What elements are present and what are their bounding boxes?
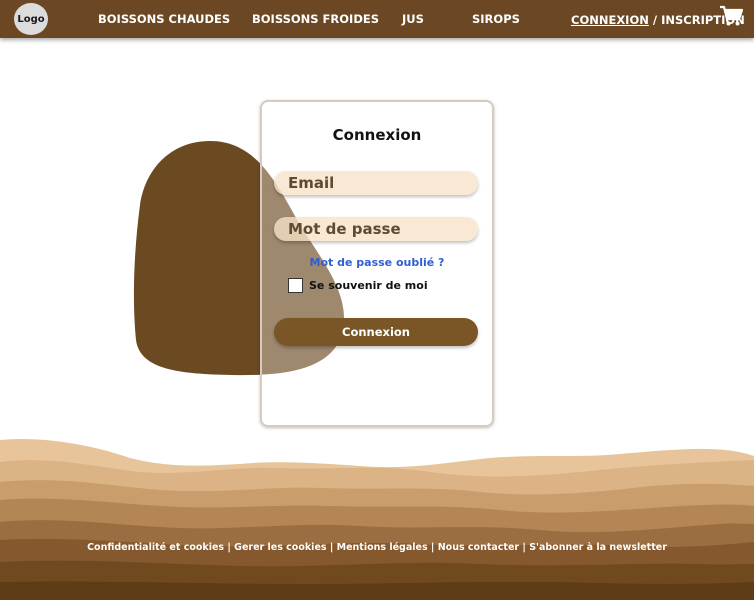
footer-link-legal[interactable]: Mentions légales	[337, 542, 428, 553]
footer-separator: |	[519, 542, 530, 553]
footer-links: Confidentialité et cookies | Gerer les c…	[0, 542, 754, 553]
logo[interactable]: Logo	[14, 3, 48, 35]
footer-link-privacy[interactable]: Confidentialité et cookies	[87, 542, 224, 553]
footer-link-manage-cookies[interactable]: Gerer les cookies	[234, 542, 326, 553]
nav-link-sirops[interactable]: SIROPS	[472, 12, 520, 26]
login-card: Connexion Mot de passe oublié ? Se souve…	[260, 100, 494, 427]
nav-login-link[interactable]: CONNEXION	[571, 13, 649, 27]
nav-link-boissons-froides[interactable]: BOISSONS FROIDES	[252, 12, 379, 26]
login-title: Connexion	[332, 126, 422, 144]
account-separator: /	[648, 13, 662, 27]
footer-separator: |	[224, 542, 235, 553]
nav-link-jus[interactable]: JUS	[402, 12, 424, 26]
footer-link-contact[interactable]: Nous contacter	[438, 542, 519, 553]
login-submit-button[interactable]: Connexion	[274, 318, 478, 346]
email-field[interactable]	[274, 171, 478, 195]
nav-link-boissons-chaudes[interactable]: BOISSONS CHAUDES	[98, 12, 230, 26]
remember-me-label: Se souvenir de moi	[309, 279, 428, 292]
shopping-cart-icon[interactable]	[719, 5, 743, 27]
footer-separator: |	[427, 542, 438, 553]
footer-separator: |	[326, 542, 337, 553]
forgot-password-link[interactable]: Mot de passe oublié ?	[262, 256, 492, 269]
top-navbar: Logo BOISSONS CHAUDES BOISSONS FROIDES J…	[0, 0, 754, 38]
footer-link-newsletter[interactable]: S'abonner à la newsletter	[529, 542, 667, 553]
password-field[interactable]	[274, 217, 478, 241]
remember-me-checkbox[interactable]	[288, 278, 303, 293]
